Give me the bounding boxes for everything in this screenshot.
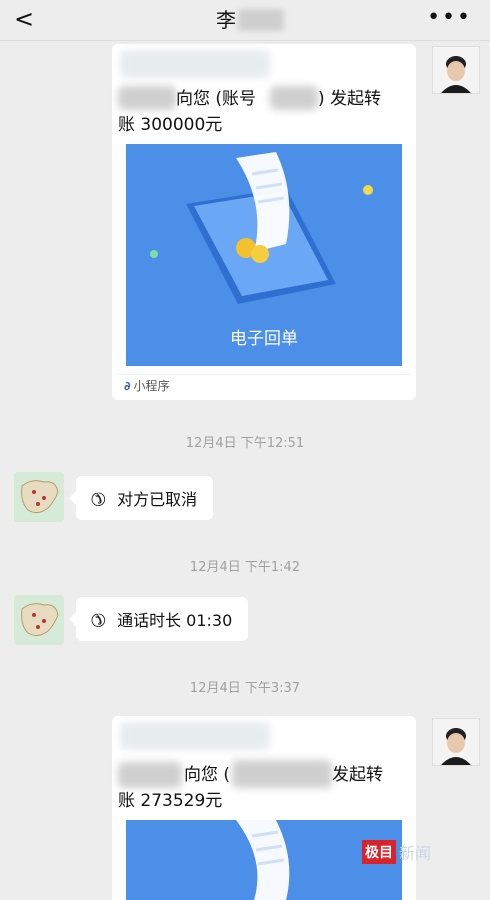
- phone-illustration: [236, 820, 290, 900]
- call-message[interactable]: ✆ 对方已取消: [68, 476, 214, 520]
- call-status-text: 对方已取消: [117, 490, 198, 509]
- call-message[interactable]: ✆ 通话时长 01:30: [68, 597, 249, 641]
- receipt-label: 电子回单: [230, 329, 298, 349]
- transfer-text-part2: ) 发起转: [318, 89, 382, 109]
- transfer-card[interactable]: 向您 ( 发起转 账 273529元: [112, 716, 416, 900]
- call-duration-text: 通话时长 01:30: [117, 611, 233, 630]
- back-icon[interactable]: <: [14, 4, 34, 34]
- transfer-card[interactable]: 向您 (账号 ) 发起转 账 300000元 电子回单 ∂ 小程序: [112, 44, 416, 400]
- transfer-text-part2: 发起转: [332, 765, 383, 785]
- avatar[interactable]: [14, 472, 64, 522]
- sender-redaction: [120, 722, 270, 750]
- account-redaction: [232, 760, 332, 788]
- timestamp: 12月4日 下午1:42: [189, 560, 301, 575]
- avatar[interactable]: [432, 46, 480, 94]
- timestamp: 12月4日 下午3:37: [189, 681, 301, 696]
- transfer-amount-text: 账 273529元: [118, 791, 223, 811]
- mini-program-tag: ∂ 小程序: [124, 379, 170, 393]
- phone-hangup-icon: ✆: [84, 606, 111, 632]
- watermark-badge: 极目: [362, 840, 396, 864]
- phone-hangup-icon: ✆: [84, 485, 111, 511]
- avatar[interactable]: [14, 595, 64, 645]
- chat-title: 李: [216, 8, 236, 32]
- title-redaction: [238, 9, 284, 31]
- transfer-amount-text: 账 300000元: [118, 115, 223, 135]
- more-options-icon[interactable]: •••: [427, 4, 472, 32]
- timestamp: 12月4日 下午12:51: [185, 436, 305, 451]
- sender-redaction: [120, 50, 270, 78]
- avatar[interactable]: [432, 718, 480, 766]
- transfer-text-part1: 向您 (账号: [176, 89, 257, 109]
- news-watermark: 极目 新闻: [362, 840, 431, 864]
- name-redaction: [118, 86, 176, 110]
- watermark-text: 新闻: [399, 844, 432, 863]
- mini-program-icon: ∂: [124, 379, 131, 393]
- receipt-banner: 电子回单: [126, 144, 402, 366]
- account-redaction: [270, 86, 318, 110]
- name-redaction: [118, 762, 182, 788]
- card-divider: [118, 374, 410, 375]
- chat-header: < 李 •••: [0, 0, 490, 41]
- transfer-text-part1: 向您 (: [184, 765, 231, 785]
- receipt-banner: [126, 820, 402, 900]
